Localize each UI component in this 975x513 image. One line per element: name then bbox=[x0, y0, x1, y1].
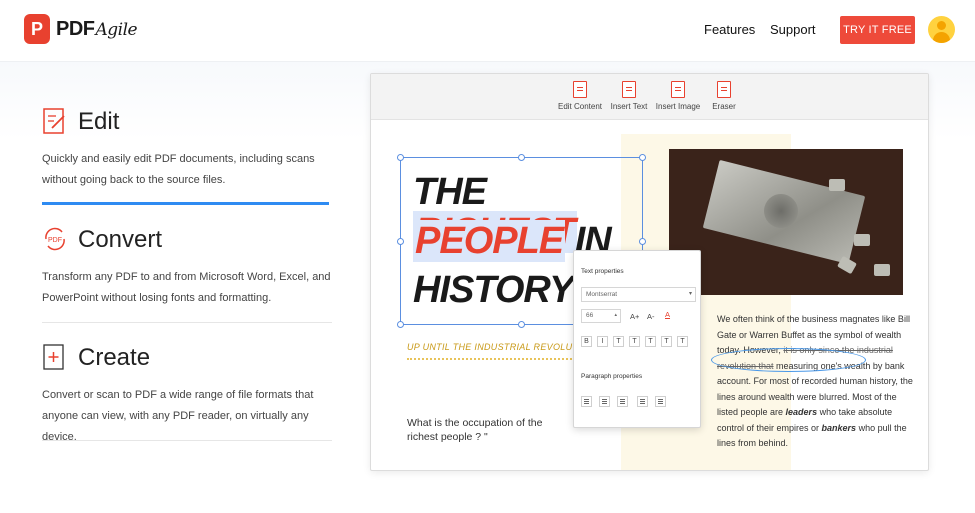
question-text: What is the occupation of the richest pe… bbox=[407, 417, 543, 443]
font-family-value: Montserrat bbox=[586, 291, 618, 298]
puzzle-piece bbox=[829, 179, 845, 191]
underline-icon[interactable]: T bbox=[613, 336, 624, 347]
tool-edit-content-label: Edit Content bbox=[557, 102, 603, 111]
headline-caption: UP UNTIL THE INDUSTRIAL REVOLUTION bbox=[407, 342, 587, 352]
superscript-icon[interactable]: T bbox=[645, 336, 656, 347]
logo-text: PDFAgile bbox=[56, 17, 138, 41]
text-style-icon[interactable]: T bbox=[677, 336, 688, 347]
headline-people: PEOPLE bbox=[413, 220, 566, 262]
logo-pdf-text: PDF bbox=[56, 17, 95, 40]
puzzle-piece bbox=[874, 264, 890, 276]
align-justify-icon[interactable] bbox=[637, 396, 648, 407]
feature-title-edit: Edit bbox=[78, 108, 120, 135]
tool-edit-content[interactable]: Edit Content bbox=[557, 81, 603, 111]
edit-document-icon bbox=[43, 108, 65, 134]
font-family-select[interactable]: Montserrat ▾ bbox=[581, 287, 696, 302]
nav-support-link[interactable]: Support bbox=[770, 22, 816, 37]
active-feature-indicator bbox=[42, 202, 329, 205]
convert-pdf-icon: PDF bbox=[45, 227, 65, 251]
subscript-icon[interactable]: T bbox=[661, 336, 672, 347]
headline-line-3: HISTORY bbox=[413, 269, 575, 311]
pdf-agile-logo-icon: P bbox=[24, 14, 50, 44]
circle-annotation bbox=[711, 348, 866, 372]
edit-content-icon bbox=[573, 81, 587, 98]
logo[interactable]: P PDFAgile bbox=[24, 14, 138, 44]
text-properties-title: Text properties bbox=[581, 268, 624, 275]
tool-insert-text[interactable]: Insert Text bbox=[609, 81, 649, 111]
body-bankers: bankers bbox=[821, 422, 857, 433]
resize-handle[interactable] bbox=[518, 154, 525, 161]
feature-desc-create: Convert or scan to PDF a wide range of f… bbox=[42, 385, 342, 448]
feature-title-create: Create bbox=[78, 344, 151, 371]
tool-insert-image-label: Insert Image bbox=[655, 102, 701, 111]
decrease-font-icon[interactable]: A- bbox=[647, 312, 655, 321]
tool-eraser-label: Eraser bbox=[712, 102, 736, 111]
feature-desc-create-line2: anyone can view, with any PDF reader, on… bbox=[42, 410, 309, 443]
align-right-icon[interactable] bbox=[617, 396, 628, 407]
pdf-editor-preview: Edit Content Insert Text Insert Image Er… bbox=[370, 73, 929, 471]
caption-underline bbox=[407, 356, 587, 360]
strikethrough-icon[interactable]: T bbox=[629, 336, 640, 347]
editor-toolbar: Edit Content Insert Text Insert Image Er… bbox=[371, 74, 928, 120]
user-avatar-icon[interactable] bbox=[928, 16, 955, 43]
feature-desc-convert: Transform any PDF to and from Microsoft … bbox=[42, 267, 342, 309]
body-leaders: leaders bbox=[785, 407, 818, 417]
paragraph-properties-title: Paragraph properties bbox=[581, 373, 643, 380]
logo-agile-text: Agile bbox=[95, 19, 138, 40]
chevron-down-icon: ▾ bbox=[688, 291, 692, 297]
feature-title-convert: Convert bbox=[78, 226, 163, 253]
insert-image-icon bbox=[671, 81, 685, 98]
svg-text:PDF: PDF bbox=[48, 237, 62, 244]
feature-desc-convert-line1: Transform any PDF to and from Microsoft … bbox=[42, 271, 331, 283]
money-puzzle-image[interactable] bbox=[669, 149, 903, 295]
tool-eraser[interactable]: Eraser bbox=[709, 81, 739, 111]
align-center-icon[interactable] bbox=[599, 396, 610, 407]
puzzle-piece bbox=[837, 255, 857, 275]
puzzle-piece bbox=[854, 234, 870, 246]
increase-font-icon[interactable]: A+ bbox=[630, 312, 639, 321]
align-left-icon[interactable] bbox=[581, 396, 592, 407]
feature-divider bbox=[42, 440, 332, 441]
nav-features-link[interactable]: Features bbox=[704, 22, 755, 37]
resize-handle[interactable] bbox=[397, 321, 404, 328]
feature-desc-edit-line1: Quickly and easily edit PDF documents, i… bbox=[42, 153, 315, 165]
create-document-icon bbox=[43, 344, 64, 370]
tool-insert-text-label: Insert Text bbox=[610, 102, 648, 111]
font-size-value: 66 bbox=[586, 312, 594, 319]
font-color-icon[interactable]: A bbox=[665, 310, 670, 319]
article-body-text: We often think of the business magnates … bbox=[717, 312, 917, 452]
feature-desc-edit: Quickly and easily edit PDF documents, i… bbox=[42, 149, 342, 191]
top-header: P PDFAgile Features Support TRY IT FREE bbox=[0, 0, 975, 62]
resize-handle[interactable] bbox=[639, 154, 646, 161]
feature-desc-convert-line2: PowerPoint without losing fonts and form… bbox=[42, 292, 272, 304]
feature-desc-edit-line2: without going back to the source files. bbox=[42, 174, 226, 186]
bold-icon[interactable]: B bbox=[581, 336, 592, 347]
feature-desc-create-line1: Convert or scan to PDF a wide range of f… bbox=[42, 389, 314, 401]
eraser-icon bbox=[717, 81, 731, 98]
page: P PDFAgile Features Support TRY IT FREE … bbox=[0, 0, 975, 513]
headline-history: HISTORY bbox=[413, 269, 575, 311]
headline-the: THE bbox=[413, 171, 487, 213]
insert-text-icon bbox=[622, 81, 636, 98]
resize-handle[interactable] bbox=[639, 238, 646, 245]
resize-handle[interactable] bbox=[397, 238, 404, 245]
feature-divider bbox=[42, 322, 332, 323]
line-spacing-icon[interactable] bbox=[655, 396, 666, 407]
font-size-select[interactable]: 66 ▴ bbox=[581, 309, 621, 323]
resize-handle[interactable] bbox=[397, 154, 404, 161]
resize-handle[interactable] bbox=[518, 321, 525, 328]
chevron-down-icon: ▴ bbox=[614, 312, 617, 318]
italic-icon[interactable]: I bbox=[597, 336, 608, 347]
text-properties-panel: Text properties Montserrat ▾ 66 ▴ A+ A- … bbox=[573, 250, 701, 428]
tool-insert-image[interactable]: Insert Image bbox=[655, 81, 701, 111]
try-it-free-button[interactable]: TRY IT FREE bbox=[840, 16, 915, 44]
